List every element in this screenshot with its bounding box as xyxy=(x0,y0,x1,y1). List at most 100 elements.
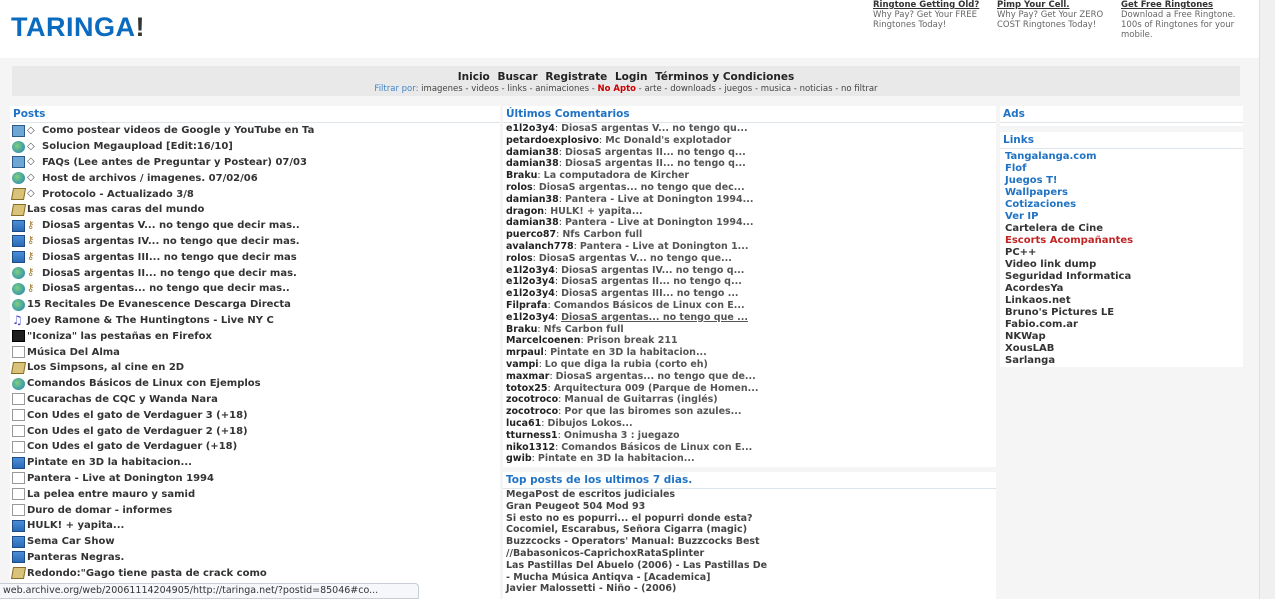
comment-item[interactable]: luca61: Dibujos Lokos... xyxy=(503,418,996,430)
comment-text[interactable]: DiosaS argentas... no tengo que ... xyxy=(561,312,748,323)
comment-text[interactable]: Prison break 211 xyxy=(587,335,678,346)
comment-text[interactable]: Mc Donald's explotador xyxy=(605,135,731,146)
top-post-item[interactable]: MegaPost de escritos judiciales xyxy=(503,489,996,501)
comment-item[interactable]: e1l2o3y4: DiosaS argentas IV... no tengo… xyxy=(503,265,996,277)
nav-link-terminos[interactable]: Términos y Condiciones xyxy=(655,71,794,83)
top-post-item[interactable]: Gran Peugeot 504 Mod 93 xyxy=(503,501,996,513)
comment-text[interactable]: DiosaS argentas IV... no tengo q... xyxy=(561,265,744,276)
post-title[interactable]: La pelea entre mauro y samid xyxy=(27,489,195,500)
nav-link-buscar[interactable]: Buscar xyxy=(497,71,537,83)
post-title[interactable]: Pantera - Live at Donington 1994 xyxy=(27,473,214,484)
comment-text[interactable]: Lo que diga la rubia (corto eh) xyxy=(545,359,708,370)
comment-item[interactable]: e1l2o3y4: DiosaS argentas III... no teng… xyxy=(503,288,996,300)
top-ad-1[interactable]: Ringtone Getting Old? Why Pay? Get Your … xyxy=(873,0,985,30)
top-post-item[interactable]: - Mucha Música Antiqva - [Academica] xyxy=(503,572,996,584)
post-title[interactable]: Las cosas mas caras del mundo xyxy=(27,204,204,215)
post-title[interactable]: DiosaS argentas IV... no tengo que decir… xyxy=(42,236,300,247)
comment-text[interactable]: Nfs Carbon full xyxy=(544,324,624,335)
post-title[interactable]: Joey Ramone & The Huntingtons - Live NY … xyxy=(27,315,274,326)
post-title[interactable]: Comandos Básicos de Linux con Ejemplos xyxy=(27,378,261,389)
post-title[interactable]: Cucarachas de CQC y Wanda Nara xyxy=(27,394,218,405)
comment-item[interactable]: damian38: Pantera - Live at Donington 19… xyxy=(503,194,996,206)
post-title[interactable]: HULK! + yapita... xyxy=(27,520,124,531)
filter-nofiltrar[interactable]: no filtrar xyxy=(841,84,878,94)
comment-item[interactable]: damian38: Pantera - Live at Donington 19… xyxy=(503,217,996,229)
post-item[interactable]: ◇ FAQs (Lee antes de Preguntar y Postear)… xyxy=(10,155,500,171)
top-post-item[interactable]: Buzzcocks - Operators' Manual: Buzzcocks… xyxy=(503,536,996,548)
post-title[interactable]: Con Udes el gato de Verdaguer 3 (+18) xyxy=(27,410,248,421)
comment-text[interactable]: DiosaS argentas II... no tengo q... xyxy=(565,147,746,158)
filter-downloads[interactable]: downloads xyxy=(670,84,716,94)
comment-item[interactable]: avalanch778: Pantera - Live at Donington… xyxy=(503,241,996,253)
post-title[interactable]: Sema Car Show xyxy=(27,536,115,547)
link-item[interactable]: AcordesYa xyxy=(1000,283,1243,295)
post-item[interactable]: Con Udes el gato de Verdaguer 3 (+18) xyxy=(10,407,500,423)
post-item[interactable]: Comandos Básicos de Linux con Ejemplos xyxy=(10,376,500,392)
post-title[interactable]: DiosaS argentas... no tengo que decir ma… xyxy=(42,283,290,294)
post-title[interactable]: Solucion Megaupload [Edit:16/10] xyxy=(42,141,233,152)
post-title[interactable]: DiosaS argentas II... no tengo que decir… xyxy=(42,268,297,279)
comment-text[interactable]: Comandos Básicos de Linux con E... xyxy=(561,442,752,453)
post-item[interactable]: ◇ Solucion Megaupload [Edit:16/10] xyxy=(10,139,500,155)
post-title[interactable]: DiosaS argentas III... no tengo que deci… xyxy=(42,252,297,263)
comment-item[interactable]: Braku: La computadora de Kircher xyxy=(503,170,996,182)
link-item[interactable]: Linkaos.net xyxy=(1000,295,1243,307)
post-item[interactable]: Sema Car Show xyxy=(10,534,500,550)
comment-item[interactable]: Marcelcoenen: Prison break 211 xyxy=(503,335,996,347)
post-title[interactable]: Con Udes el gato de Verdaguer (+18) xyxy=(27,441,237,452)
post-item[interactable]: ◇ Protocolo - Actualizado 3/8 xyxy=(10,186,500,202)
site-logo[interactable]: TARINGA! xyxy=(11,12,145,43)
comment-item[interactable]: puerco87: Nfs Carbon full xyxy=(503,229,996,241)
comment-item[interactable]: zocotroco: Manual de Guitarras (inglés) xyxy=(503,394,996,406)
top-ad-title[interactable]: Pimp Your Cell. xyxy=(997,0,1109,10)
comment-text[interactable]: DiosaS argentas II... no tengo q... xyxy=(565,158,746,169)
nav-link-registrate[interactable]: Registrate xyxy=(545,71,607,83)
link-item[interactable]: Escorts Acompañantes xyxy=(1000,235,1243,247)
filter-noapto[interactable]: No Apto xyxy=(598,84,636,94)
post-title[interactable]: Los Simpsons, al cine en 2D xyxy=(27,362,184,373)
comment-text[interactable]: Arquitectura 009 (Parque de Homen... xyxy=(554,383,759,394)
post-item[interactable]: Con Udes el gato de Verdaguer (+18) xyxy=(10,439,500,455)
filter-musica[interactable]: musica xyxy=(761,84,791,94)
post-item[interactable]: ◇ Como postear videos de Google y YouTube… xyxy=(10,123,500,139)
post-item[interactable]: ◇ Host de archivos / imagenes. 07/02/06 xyxy=(10,170,500,186)
post-item[interactable]: 15 Recitales De Evanescence Descarga Dir… xyxy=(10,297,500,313)
comment-text[interactable]: DiosaS argentas III... no tengo ... xyxy=(561,288,738,299)
post-item[interactable]: Cucarachas de CQC y Wanda Nara xyxy=(10,392,500,408)
post-title[interactable]: Pintate en 3D la habitacion... xyxy=(27,457,192,468)
post-item[interactable]: Panteras Negras. xyxy=(10,550,500,566)
top-ad-title[interactable]: Ringtone Getting Old? xyxy=(873,0,985,10)
comment-item[interactable]: Filprafa: Comandos Básicos de Linux con … xyxy=(503,300,996,312)
link-item[interactable]: PC++ xyxy=(1000,247,1243,259)
filter-arte[interactable]: arte xyxy=(644,84,661,94)
comment-item[interactable]: rolos: DiosaS argentas... no tengo que d… xyxy=(503,182,996,194)
post-item[interactable]: ⚷ DiosaS argentas II... no tengo que deci… xyxy=(10,265,500,281)
post-item[interactable]: ⚷ DiosaS argentas IV... no tengo que deci… xyxy=(10,234,500,250)
comment-text[interactable]: DiosaS argentas II... no tengo q... xyxy=(561,276,742,287)
link-item[interactable]: XousLAB xyxy=(1000,343,1243,355)
post-item[interactable]: "Iconiza" las pestañas en Firefox xyxy=(10,328,500,344)
comment-item[interactable]: petardoexplosivo: Mc Donald's explotador xyxy=(503,135,996,147)
post-title[interactable]: FAQs (Lee antes de Preguntar y Postear) … xyxy=(42,157,307,168)
comment-item[interactable]: e1l2o3y4: DiosaS argentas II... no tengo… xyxy=(503,276,996,288)
comment-item[interactable]: totox25: Arquitectura 009 (Parque de Hom… xyxy=(503,383,996,395)
post-title[interactable]: DiosaS argentas V... no tengo que decir … xyxy=(42,220,300,231)
post-title[interactable]: Con Udes el gato de Verdaguer 2 (+18) xyxy=(27,426,248,437)
post-item[interactable]: Con Udes el gato de Verdaguer 2 (+18) xyxy=(10,423,500,439)
comment-text[interactable]: La computadora de Kircher xyxy=(544,170,689,181)
comment-text[interactable]: Por que las biromes son azules... xyxy=(564,406,741,417)
top-ad-2[interactable]: Pimp Your Cell. Why Pay? Get Your ZERO C… xyxy=(997,0,1109,30)
comment-text[interactable]: Pantera - Live at Donington 1994... xyxy=(565,217,753,228)
filter-noticias[interactable]: noticias xyxy=(800,84,833,94)
post-title[interactable]: Redondo:"Gago tiene pasta de crack como xyxy=(27,568,267,579)
comment-item[interactable]: zocotroco: Por que las biromes son azule… xyxy=(503,406,996,418)
top-post-item[interactable]: Si esto no es popurri... el popurri dond… xyxy=(503,513,996,525)
link-item[interactable]: Bruno's Pictures LE xyxy=(1000,307,1243,319)
link-item[interactable]: Video link dump xyxy=(1000,259,1243,271)
comment-text[interactable]: Pintate en 3D la habitacion... xyxy=(538,453,695,464)
post-item[interactable]: ⚷ DiosaS argentas... no tengo que decir m… xyxy=(10,281,500,297)
comment-item[interactable]: damian38: DiosaS argentas II... no tengo… xyxy=(503,147,996,159)
post-title[interactable]: Duro de domar - informes xyxy=(27,505,172,516)
comment-text[interactable]: Dibujos Lokos... xyxy=(548,418,633,429)
comment-item[interactable]: vampi: Lo que diga la rubia (corto eh) xyxy=(503,359,996,371)
